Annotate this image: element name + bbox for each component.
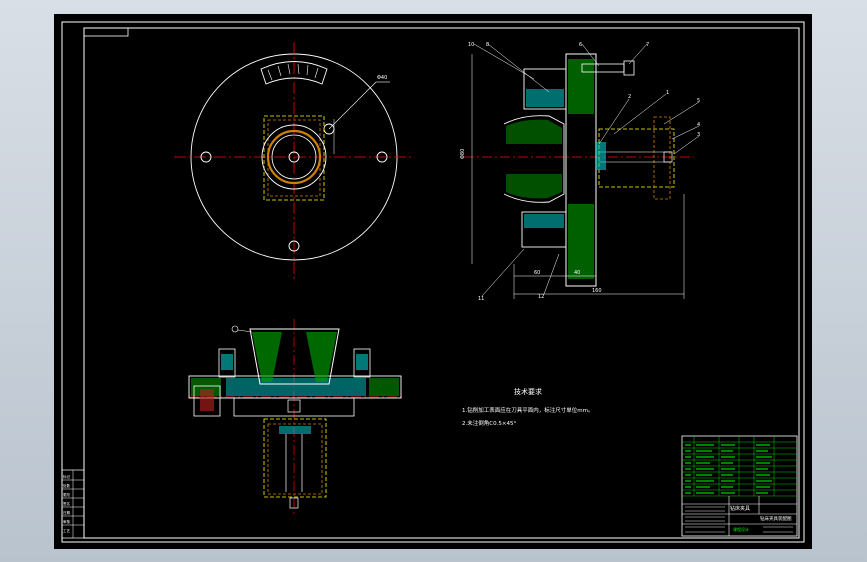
cad-viewer-window: Φ40 Φ80 160 60 40 10 8 6 7 1 5 4 3 2 11 … [0,0,867,562]
side-body-top-hatch [568,59,594,114]
callout-leader-5 [663,101,700,125]
front-section-view [188,319,404,514]
left-table-row-2: 更改 [63,492,70,497]
side-top-bolt-head [623,60,635,76]
drawing-svg: Φ40 Φ80 160 60 40 10 8 6 7 1 5 4 3 2 11 … [61,21,805,543]
front-clamp-left-fill [221,354,233,370]
side-section-view: Φ80 160 60 40 10 8 6 7 1 5 4 3 2 11 12 [460,42,700,302]
title-block: 钻床夹具 钻床夹具装配图 课程设计 [681,435,798,537]
left-table-row-3: 签名 [63,501,70,506]
left-table-row-5: 审核 [63,519,70,524]
callout-leader-1 [613,93,667,135]
callout-leader-8 [487,43,550,93]
front-clamp-right-fill [356,354,368,370]
side-dim-overall-label: 160 [592,288,602,294]
side-lower-bracket-fill [524,214,564,228]
left-table-row-6: 工艺 [63,528,70,533]
left-table-row-1: 处数 [63,483,70,488]
side-upper-bracket-fill [526,89,564,107]
side-workpiece-hatch-top [506,119,562,144]
left-revision-table: 标记 处数 更改 签名 日期 审核 工艺 [61,469,85,539]
callout-10: 10 [468,42,474,48]
bom-grid [682,436,797,497]
title-part-name: 钻床夹具 [730,505,750,512]
front-cylinder-cap [279,426,311,434]
left-table-row-4: 日期 [63,510,70,515]
plan-view: Φ40 [174,42,414,279]
callout-7: 7 [646,42,649,48]
drawing-canvas[interactable]: Φ40 Φ80 160 60 40 10 8 6 7 1 5 4 3 2 11 … [54,14,812,549]
side-cylinder-hidden [598,128,675,188]
side-workpiece-hatch-bottom [506,174,562,199]
callout-leader-10 [473,43,535,80]
callout-5: 5 [697,98,700,104]
corner-tag [83,27,129,37]
callout-leader-4 [671,125,700,140]
title-school: 课程设计 [733,526,749,532]
callout-12: 12 [538,294,544,300]
callout-leader-2 [598,98,630,145]
title-drawing-title: 钻床夹具装配图 [760,515,792,522]
inner-frame [83,27,800,539]
notes-line-1: 1.钻削加工表面应在刀具平面内，标注尺寸单位mm。 [462,406,593,414]
callout-11: 11 [478,296,484,302]
front-base-right-fill [369,378,399,396]
front-left-key [200,389,214,411]
front-workpiece-right-hatch [306,332,337,382]
plan-label: Φ40 [377,75,387,81]
front-cylinder-inner [267,423,323,495]
callout-leader-11 [481,248,525,297]
front-callout-circle [231,325,239,333]
callout-leader-12 [543,253,560,295]
callout-2: 2 [628,94,631,100]
front-workpiece-left-hatch [252,332,282,382]
callout-leader-3 [673,135,700,155]
callout-1: 1 [666,90,669,96]
side-rod-end [596,142,606,170]
callout-3: 3 [697,132,700,138]
side-dim-seg1-label: 60 [534,270,540,276]
side-dim-seg2-label: 40 [574,270,580,276]
side-dim-vertical-label: Φ80 [460,149,466,159]
front-base-cyan [226,378,366,396]
plan-leader [328,81,377,130]
notes-heading: 技术要求 [514,387,542,396]
notes-line-2: 2.未注倒角C0.5×45° [462,419,516,427]
callout-8: 8 [486,42,489,48]
callout-leader-7 [628,43,648,65]
left-table-row-0: 标记 [63,474,70,479]
side-body-bottom-hatch [568,204,594,279]
technical-notes: 技术要求 1.钻削加工表面应在刀具平面内，标注尺寸单位mm。 2.未注倒角C0.… [462,387,593,427]
outer-frame [61,21,805,543]
callout-6: 6 [579,42,582,48]
callout-4: 4 [697,122,700,128]
